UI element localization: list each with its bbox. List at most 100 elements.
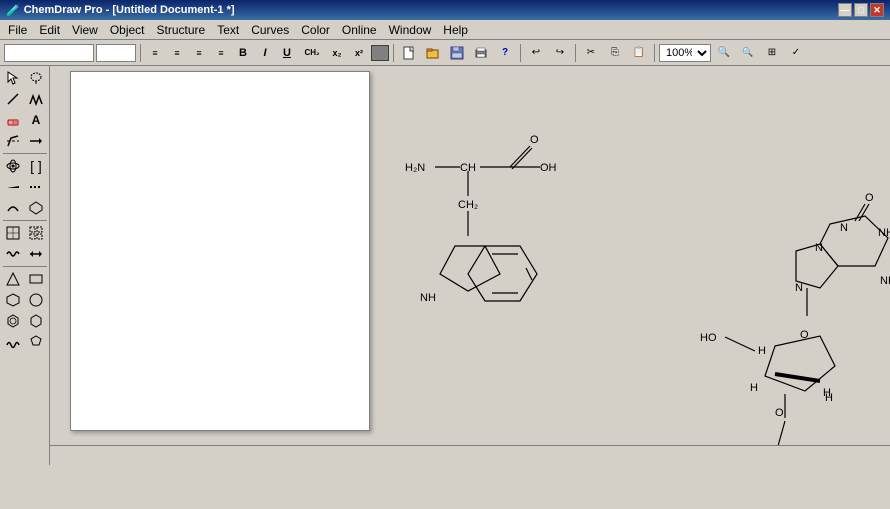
ring2-tool[interactable] bbox=[25, 198, 47, 218]
print-btn[interactable] bbox=[470, 43, 492, 63]
svg-text:HO: HO bbox=[700, 332, 717, 344]
main-area: A [ ] bbox=[0, 66, 890, 465]
arrow-tool[interactable] bbox=[25, 244, 47, 264]
svg-text:NH₂: NH₂ bbox=[880, 275, 890, 287]
superscript-btn[interactable]: x² bbox=[349, 44, 369, 62]
new-btn[interactable] bbox=[398, 43, 420, 63]
table-tool[interactable] bbox=[2, 223, 24, 243]
save-btn[interactable] bbox=[446, 43, 468, 63]
triangle-tool[interactable] bbox=[2, 269, 24, 289]
cyclohexane-tool[interactable] bbox=[25, 311, 47, 331]
rectangle-tool[interactable] bbox=[25, 269, 47, 289]
cut-btn[interactable]: ✂ bbox=[580, 43, 602, 63]
ring-tool[interactable] bbox=[2, 131, 24, 151]
title-bar: 🧪 ChemDraw Pro - [Untitled Document-1 *]… bbox=[0, 0, 890, 20]
svg-text:N: N bbox=[840, 222, 848, 234]
svg-text:O: O bbox=[775, 407, 784, 419]
arc-tool[interactable] bbox=[2, 198, 24, 218]
open-btn[interactable] bbox=[422, 43, 444, 63]
redo-btn[interactable]: ↪ bbox=[549, 43, 571, 63]
eraser-tool[interactable] bbox=[2, 110, 24, 130]
app-icon: 🧪 bbox=[6, 4, 20, 17]
menu-color[interactable]: Color bbox=[295, 21, 336, 39]
menu-curves[interactable]: Curves bbox=[245, 21, 295, 39]
wave2-tool[interactable] bbox=[2, 332, 24, 352]
tool-sep-3 bbox=[3, 266, 47, 267]
grid-tool[interactable] bbox=[25, 223, 47, 243]
menu-object[interactable]: Object bbox=[104, 21, 151, 39]
atom-tool[interactable] bbox=[2, 156, 24, 176]
subscript-btn[interactable]: x₂ bbox=[327, 44, 347, 62]
menu-file[interactable]: File bbox=[2, 21, 33, 39]
svg-text:NH: NH bbox=[420, 292, 436, 304]
molecule-area: H₂N CH O OH bbox=[400, 126, 890, 465]
hexagon-tool[interactable] bbox=[2, 290, 24, 310]
paste-btn[interactable]: 📋 bbox=[628, 43, 650, 63]
checkmark-btn[interactable]: ✓ bbox=[785, 43, 807, 63]
ch2-btn[interactable]: CH₂ bbox=[299, 44, 325, 62]
menu-text[interactable]: Text bbox=[211, 21, 245, 39]
align-center-btn[interactable]: ≡ bbox=[167, 44, 187, 62]
align-right-btn[interactable]: ≡ bbox=[189, 44, 209, 62]
toolbox: A [ ] bbox=[0, 66, 50, 465]
size-dropdown[interactable] bbox=[96, 44, 136, 62]
toolbar-sep-1 bbox=[140, 44, 141, 62]
svg-text:NH: NH bbox=[878, 227, 890, 239]
undo-btn[interactable]: ↩ bbox=[525, 43, 547, 63]
help-btn[interactable]: ? bbox=[494, 43, 516, 63]
dashed-bond-tool[interactable] bbox=[25, 177, 47, 197]
menu-view[interactable]: View bbox=[66, 21, 104, 39]
wave-tool[interactable] bbox=[2, 244, 24, 264]
zoom-select[interactable]: 100% 50% 75% 150% 200% bbox=[659, 44, 711, 62]
svg-text:H: H bbox=[750, 382, 758, 394]
molecule-svg: H₂N CH O OH bbox=[400, 126, 890, 465]
close-button[interactable]: ✕ bbox=[870, 3, 884, 17]
status-bar bbox=[50, 445, 890, 465]
canvas-area[interactable]: H₂N CH O OH bbox=[50, 66, 890, 465]
wedge-tool[interactable] bbox=[2, 177, 24, 197]
svg-text:N: N bbox=[795, 282, 803, 294]
zoom-out-btn[interactable]: 🔍 bbox=[737, 43, 759, 63]
toolbar-sep-3 bbox=[520, 44, 521, 62]
menu-window[interactable]: Window bbox=[383, 21, 438, 39]
toolbar-sep-2 bbox=[393, 44, 394, 62]
menu-help[interactable]: Help bbox=[437, 21, 474, 39]
italic-btn[interactable]: I bbox=[255, 44, 275, 62]
zoom-in-btn[interactable]: 🔍 bbox=[713, 43, 735, 63]
circle-tool[interactable] bbox=[25, 290, 47, 310]
select-tool[interactable] bbox=[2, 68, 24, 88]
bond-tool[interactable] bbox=[2, 89, 24, 109]
tryptophan-molecule: H₂N CH O OH bbox=[405, 134, 557, 304]
tool-sep-1 bbox=[3, 153, 47, 154]
svg-text:H: H bbox=[758, 345, 766, 357]
tool-sep-2 bbox=[3, 220, 47, 221]
toolbar-sep-5 bbox=[654, 44, 655, 62]
bracket-tool[interactable]: [ ] bbox=[25, 156, 47, 176]
menu-edit[interactable]: Edit bbox=[33, 21, 66, 39]
chain-tool[interactable] bbox=[25, 89, 47, 109]
toolbar-sep-4 bbox=[575, 44, 576, 62]
document-page bbox=[70, 71, 370, 431]
align-left-btn[interactable]: ≡ bbox=[145, 44, 165, 62]
svg-text:OH: OH bbox=[540, 162, 557, 174]
menu-structure[interactable]: Structure bbox=[151, 21, 212, 39]
color-swatch[interactable] bbox=[371, 45, 389, 61]
underline-btn[interactable]: U bbox=[277, 44, 297, 62]
text-tool[interactable]: A bbox=[25, 110, 47, 130]
minimize-button[interactable]: — bbox=[838, 3, 852, 17]
svg-text:CH₂: CH₂ bbox=[458, 199, 478, 211]
curve-tool[interactable] bbox=[25, 332, 47, 352]
style-dropdown[interactable] bbox=[4, 44, 94, 62]
maximize-button[interactable]: □ bbox=[854, 3, 868, 17]
bold-btn[interactable]: B bbox=[233, 44, 253, 62]
svg-text:H: H bbox=[825, 392, 833, 404]
svg-text:H₂N: H₂N bbox=[405, 162, 425, 174]
menu-online[interactable]: Online bbox=[336, 21, 383, 39]
copy-btn[interactable]: ⎘ bbox=[604, 43, 626, 63]
benzene-tool[interactable] bbox=[2, 311, 24, 331]
zoom-fit-btn[interactable]: ⊞ bbox=[761, 43, 783, 63]
menu-bar: File Edit View Object Structure Text Cur… bbox=[0, 20, 890, 40]
reaction-tool[interactable] bbox=[25, 131, 47, 151]
align-justify-btn[interactable]: ≡ bbox=[211, 44, 231, 62]
lasso-tool[interactable] bbox=[25, 68, 47, 88]
